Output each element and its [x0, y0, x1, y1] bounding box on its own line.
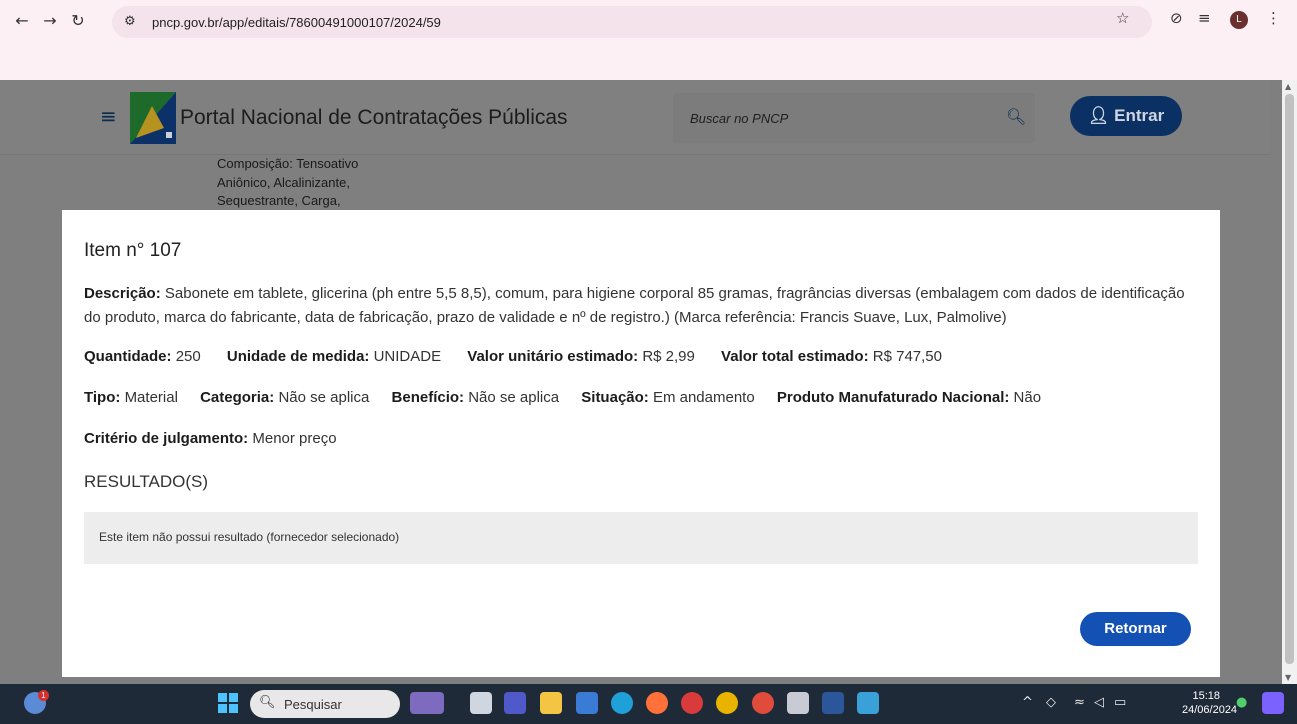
total-price-value: R$ 747,50 [872, 348, 942, 365]
taskbar-search-input[interactable]: 🔍︎ Pesquisar [250, 690, 400, 718]
clock-date: 24/06/2024 [1182, 704, 1238, 716]
background-text: Sequestrante, Carga, [217, 193, 341, 208]
menu-kebab-icon[interactable]: ⋮ [1266, 9, 1281, 27]
taskbar-search-label: Pesquisar [284, 697, 342, 712]
results-empty-message: Este item não possui resultado (forneced… [99, 530, 400, 544]
unit-label: Unidade de medida: [226, 348, 370, 365]
description-value: Sabonete em tablete, glicerina (ph entre… [84, 285, 1185, 326]
windows-start-icon[interactable] [217, 692, 239, 714]
item-title: Item n° 107 [84, 240, 182, 261]
site-header: ≡ Portal Nacional de Contratações Públic… [0, 80, 1270, 155]
firefox-icon[interactable] [646, 692, 668, 714]
national-product-label: Produto Manufaturado Nacional: [776, 389, 1010, 406]
taskbar-clock[interactable]: 15:18 24/06/2024 [1182, 689, 1238, 717]
teams-icon[interactable] [504, 692, 526, 714]
scroll-up-icon[interactable]: ▲ [1285, 82, 1291, 91]
criteria-label: Critério de julgamento: [84, 430, 249, 447]
description-label: Descrição: [84, 285, 161, 302]
type-label: Tipo: [84, 389, 121, 406]
edge-icon[interactable] [611, 692, 633, 714]
criteria-value: Menor preço [252, 430, 337, 447]
status-value: Em andamento [652, 389, 755, 406]
taskbar: 1 🔍︎ Pesquisar ^ ◇ ≈ ◁ ▭ 15:18 24/06/202… [0, 684, 1297, 724]
scroll-down-icon[interactable]: ▼ [1285, 673, 1291, 682]
criteria-row: Critério de julgamento: Menor preço [84, 427, 1194, 451]
word-icon[interactable] [822, 692, 844, 714]
task-view-icon[interactable] [470, 692, 492, 714]
benefit-value: Não se aplica [468, 389, 560, 406]
weather-badge: 1 [38, 690, 49, 701]
quantity-value: 250 [175, 348, 201, 365]
photos-icon[interactable] [857, 692, 879, 714]
reload-icon[interactable]: ↻ [66, 9, 90, 33]
browser-chrome: ← → ↻ ⚙ pncp.gov.br/app/editais/78600491… [0, 0, 1297, 80]
search-placeholder: Buscar no PNCP [690, 111, 789, 126]
page-overlay: ≡ Portal Nacional de Contratações Públic… [0, 80, 1282, 684]
total-price-label: Valor total estimado: [721, 348, 869, 365]
page-scrollbar[interactable]: ▲ ▼ [1282, 80, 1297, 684]
unit-price-label: Valor unitário estimado: [467, 348, 639, 365]
pncp-logo-icon[interactable] [130, 92, 176, 144]
portal-title: Portal Nacional de Contratações Públicas [180, 106, 568, 129]
clock-time: 15:18 [1192, 690, 1220, 702]
benefit-label: Benefício: [391, 389, 465, 406]
site-settings-icon[interactable]: ⚙ [124, 14, 136, 29]
unit-price-value: R$ 2,99 [642, 348, 695, 365]
address-bar[interactable]: ⚙ pncp.gov.br/app/editais/78600491000107… [112, 6, 1152, 38]
store-icon[interactable] [576, 692, 598, 714]
unit-value: UNIDADE [373, 348, 442, 365]
reading-list-icon[interactable]: ≡ [1198, 9, 1211, 27]
national-product-value: Não [1013, 389, 1042, 406]
quantity-row: Quantidade: 250 Unidade de medida: UNIDA… [84, 345, 1194, 369]
item-modal: Item n° 107 Descrição: Sabonete em table… [62, 210, 1220, 677]
notification-bell-icon[interactable]: ● [1236, 695, 1247, 710]
user-icon: 👤︎ [1087, 106, 1110, 125]
scroll-thumb[interactable] [1285, 94, 1294, 664]
forward-arrow-icon[interactable]: → [38, 9, 62, 33]
results-empty-box: Este item não possui resultado (forneced… [84, 512, 1198, 564]
show-hidden-icons-icon[interactable]: ^ [1022, 695, 1033, 710]
description-row: Descrição: Sabonete em tablete, glicerin… [84, 282, 1194, 330]
wifi-icon[interactable]: ≈ [1074, 695, 1085, 710]
widgets-icon[interactable] [410, 692, 444, 714]
url-text[interactable]: pncp.gov.br/app/editais/78600491000107/2… [152, 15, 441, 30]
login-label: Entrar [1114, 106, 1165, 125]
search-icon[interactable]: 🔍︎ [1006, 107, 1026, 126]
chrome-icon[interactable] [716, 692, 738, 714]
results-title: RESULTADO(S) [84, 472, 209, 491]
chrome-profile-icon[interactable] [752, 692, 774, 714]
back-arrow-icon[interactable]: ← [10, 9, 34, 33]
battery-icon[interactable]: ▭ [1114, 695, 1126, 710]
type-value: Material [124, 389, 178, 406]
category-label: Categoria: [200, 389, 275, 406]
search-input[interactable]: Buscar no PNCP 🔍︎ [673, 93, 1035, 143]
search-icon: 🔍︎ [259, 695, 276, 710]
quantity-label: Quantidade: [84, 348, 172, 365]
background-text: Composição: Tensoativo [217, 156, 359, 171]
back-button[interactable]: Retornar [1080, 612, 1191, 646]
status-label: Situação: [581, 389, 649, 406]
category-value: Não se aplica [278, 389, 370, 406]
volume-icon[interactable]: ◁ [1094, 695, 1104, 710]
background-text: Aniônico, Alcalinizante, [217, 175, 350, 190]
app-icon[interactable] [681, 692, 703, 714]
extension-icon[interactable]: ⊘ [1170, 9, 1183, 27]
hamburger-menu-icon[interactable]: ≡ [100, 104, 117, 128]
login-button[interactable]: 👤︎ Entrar [1070, 96, 1182, 136]
copilot-icon[interactable] [1262, 692, 1284, 714]
profile-avatar[interactable]: L [1230, 11, 1248, 29]
bookmark-star-icon[interactable]: ☆ [1116, 9, 1129, 27]
snipping-tool-icon[interactable] [787, 692, 809, 714]
sound-muted-icon[interactable]: ◇ [1046, 695, 1056, 710]
file-explorer-icon[interactable] [540, 692, 562, 714]
type-row: Tipo: Material Categoria: Não se aplica … [84, 386, 1194, 410]
